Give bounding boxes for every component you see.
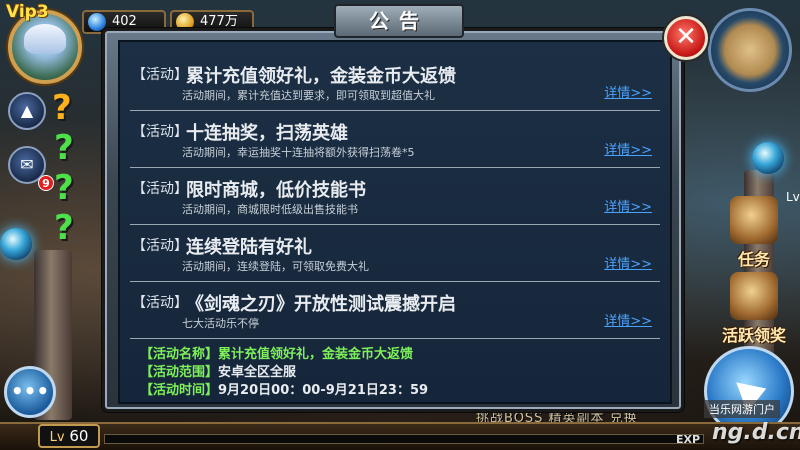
quest-question-icon[interactable]: ? bbox=[54, 168, 74, 208]
notice-desc: 活动期间，幸运抽奖十连抽将额外获得扫荡卷*5 bbox=[182, 146, 415, 159]
scroll-icon bbox=[730, 196, 778, 244]
notice-tag: 【活动】 bbox=[132, 124, 188, 140]
exp-label: EXP bbox=[676, 433, 701, 446]
activity-name-row: 【活动名称】累计充值领好礼，金装金币大返馈 bbox=[140, 346, 660, 364]
watermark-site-label: 当乐网游门户 bbox=[704, 400, 780, 418]
notice-item[interactable]: 【活动】 连续登陆有好礼 活动期间，连续登陆，可领取免费大礼 详情>> bbox=[130, 225, 660, 282]
close-button[interactable]: ✕ bbox=[664, 16, 708, 60]
blue-orb-right bbox=[752, 142, 784, 174]
notice-desc: 活动期间，商城限时低级出售技能书 bbox=[182, 203, 358, 216]
quest-question-icon[interactable]: ? bbox=[52, 88, 72, 128]
notice-item[interactable]: 【活动】 累计充值领好礼，金装金币大返馈 活动期间，累计充值达到要求，即可领取到… bbox=[130, 54, 660, 111]
world-map-button[interactable] bbox=[708, 8, 792, 92]
quest-question-icon[interactable]: ? bbox=[54, 128, 74, 168]
collapse-arrow-button[interactable]: ▲ bbox=[8, 92, 46, 130]
notice-tag: 【活动】 bbox=[132, 67, 188, 83]
notice-detail-link[interactable]: 详情>> bbox=[604, 196, 652, 215]
dialog-title: 公告 bbox=[334, 4, 464, 38]
notice-title: 《剑魂之刃》开放性测试震撼开启 bbox=[186, 294, 456, 315]
notice-tag: 【活动】 bbox=[132, 238, 188, 254]
activity-detail-section: 【活动名称】累计充值领好礼，金装金币大返馈 【活动范围】安卓全区全服 【活动时间… bbox=[140, 346, 660, 400]
notice-detail-link[interactable]: 详情>> bbox=[604, 253, 652, 272]
notice-desc: 活动期间，连续登陆，可领取免费大礼 bbox=[182, 260, 369, 273]
notice-tag: 【活动】 bbox=[132, 181, 188, 197]
notice-detail-link[interactable]: 详情>> bbox=[604, 310, 652, 329]
notice-title: 限时商城，低价技能书 bbox=[186, 180, 366, 201]
notice-item[interactable]: 【活动】 《剑魂之刃》开放性测试震撼开启 七大活动乐不停 详情>> bbox=[130, 282, 660, 339]
activity-range-row: 【活动范围】安卓全区全服 bbox=[140, 364, 660, 382]
task-button[interactable]: 任务 bbox=[714, 196, 794, 270]
chat-bubble-icon: ••• bbox=[10, 379, 50, 403]
avatar-hair bbox=[24, 24, 66, 54]
vip-label: Vip3 bbox=[6, 2, 49, 22]
notice-item[interactable]: 【活动】 十连抽奖，扫荡英雄 活动期间，幸运抽奖十连抽将额外获得扫荡卷*5 详情… bbox=[130, 111, 660, 168]
notice-tag: 【活动】 bbox=[132, 295, 188, 311]
notice-list: 【活动】 累计充值领好礼，金装金币大返馈 活动期间，累计充值达到要求，即可领取到… bbox=[130, 54, 660, 339]
activity-reward-label: 活跃领奖 bbox=[721, 326, 786, 345]
notice-detail-link[interactable]: 详情>> bbox=[604, 139, 652, 158]
notice-desc: 七大活动乐不停 bbox=[182, 317, 259, 330]
level-prefix: Lv bbox=[49, 430, 65, 445]
activity-time-row: 【活动时间】9月20日00：00-9月21日23：59 bbox=[140, 382, 660, 400]
activity-time-key: 【活动时间】 bbox=[140, 383, 219, 398]
up-arrow-icon: ▲ bbox=[20, 101, 34, 120]
blue-orb-left bbox=[0, 228, 32, 260]
close-icon: ✕ bbox=[675, 22, 697, 52]
level-value: 60 bbox=[69, 427, 89, 445]
notice-title: 十连抽奖，扫荡英雄 bbox=[186, 123, 348, 144]
gem-value: 402 bbox=[112, 14, 137, 29]
level-box: Lv 60 bbox=[38, 424, 100, 448]
quest-question-icon[interactable]: ? bbox=[54, 208, 74, 248]
activity-name-value: 累计充值领好礼，金装金币大返馈 bbox=[218, 347, 414, 362]
activity-range-key: 【活动范围】 bbox=[140, 365, 219, 380]
mail-badge: 9 bbox=[38, 175, 54, 191]
mail-icon: ✉ bbox=[20, 155, 34, 174]
treasure-chest-icon bbox=[730, 272, 778, 320]
gold-value: 477万 bbox=[200, 14, 238, 29]
activity-name-key: 【活动名称】 bbox=[140, 347, 219, 362]
notice-title: 累计充值领好礼，金装金币大返馈 bbox=[186, 66, 456, 87]
activity-time-value: 9月20日00：00-9月21日23：59 bbox=[218, 383, 429, 398]
activity-reward-button[interactable]: 活跃领奖 bbox=[714, 272, 794, 346]
notice-item[interactable]: 【活动】 限时商城，低价技能书 活动期间，商城限时低级出售技能书 详情>> bbox=[130, 168, 660, 225]
task-label: 任务 bbox=[737, 250, 770, 269]
notice-desc: 活动期间，累计充值达到要求，即可领取到超值大礼 bbox=[182, 89, 435, 102]
notice-dialog: 【活动】 累计充值领好礼，金装金币大返馈 活动期间，累计充值达到要求，即可领取到… bbox=[118, 40, 672, 404]
activity-range-value: 安卓全区全服 bbox=[218, 365, 297, 380]
exp-bar bbox=[104, 434, 704, 444]
chat-button[interactable]: ••• bbox=[4, 366, 56, 418]
notice-title: 连续登陆有好礼 bbox=[186, 237, 312, 258]
notice-detail-link[interactable]: 详情>> bbox=[604, 82, 652, 101]
watermark-domain: ng.d.cn bbox=[712, 420, 800, 445]
